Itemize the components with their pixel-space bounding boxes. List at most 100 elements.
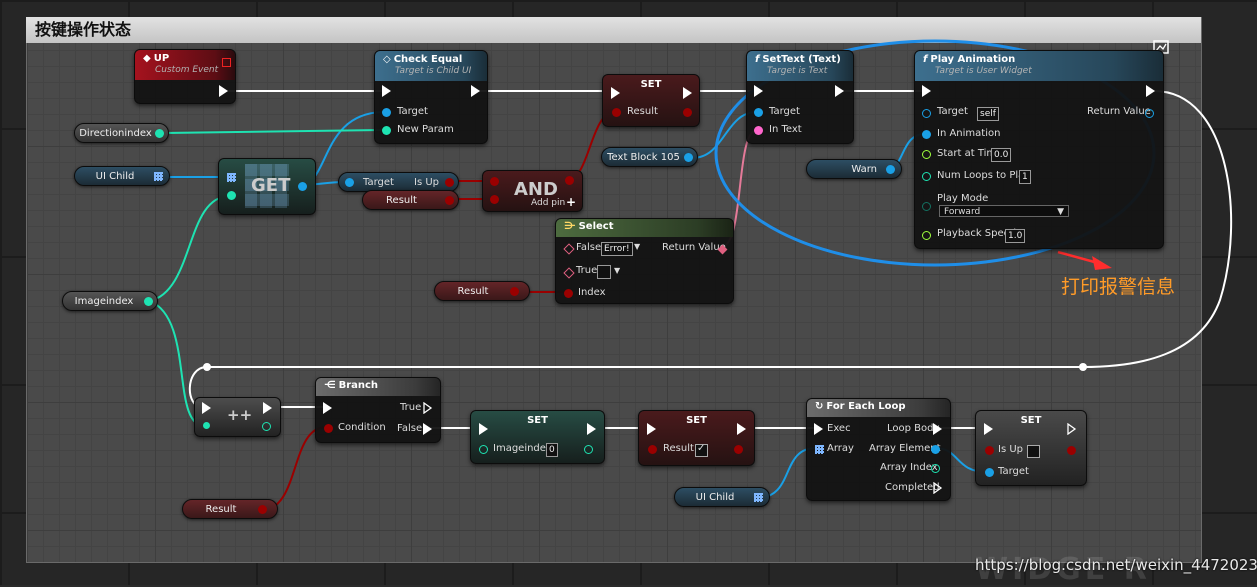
var-warn[interactable]: Warn [806, 159, 902, 179]
settext-exec-out[interactable] [835, 85, 844, 97]
var-result-1[interactable]: Result [362, 190, 459, 210]
textblock-out-pin[interactable] [684, 153, 693, 162]
set-isup-value-pin[interactable] [985, 446, 994, 455]
set-top-exec-in[interactable] [611, 87, 620, 99]
play-animation-node[interactable]: f Play Animation Target is User Widget Ta… [914, 50, 1164, 249]
play-mode-dropdown[interactable]: Forward ▼ [939, 205, 1069, 217]
foreach-exec-in[interactable] [814, 423, 823, 435]
branch-condition-pin[interactable] [324, 424, 333, 433]
set-img-out-pin[interactable] [584, 445, 593, 454]
set-img-value-pin[interactable] [479, 445, 488, 454]
settext-target-pin[interactable] [754, 108, 763, 117]
check-equal-node[interactable]: ◇ Check Equal Target is Child UI Target N… [374, 50, 488, 144]
set-img-exec-out[interactable] [587, 423, 596, 435]
var-target-isup-getter[interactable]: Target Is Up [338, 172, 459, 192]
select-false-field[interactable]: Error! [601, 242, 633, 256]
settext-node[interactable]: f SetText (Text) Target is Text Target In… [746, 50, 854, 144]
increment-node[interactable]: ++ [194, 397, 281, 437]
result-select-out-pin[interactable] [510, 287, 519, 296]
array-grid-icon[interactable] [754, 493, 763, 502]
increment-exec-out[interactable] [263, 402, 272, 414]
foreach-loopbody-pin[interactable] [933, 423, 942, 435]
for-each-loop-node[interactable]: ↻ For Each Loop Exec Array Loop Body Arra… [806, 398, 951, 501]
directionindex-out-pin[interactable] [155, 129, 164, 138]
isup-getter-target-pin[interactable] [345, 178, 354, 187]
plus-icon[interactable]: + [566, 195, 576, 209]
increment-in-pin[interactable] [203, 422, 210, 429]
play-speed-pin[interactable] [922, 231, 931, 240]
set-top-result-out-pin[interactable] [683, 108, 692, 117]
and-out-pin[interactable] [565, 176, 574, 185]
branch-true-pin[interactable] [423, 402, 433, 414]
var-imageindex[interactable]: Imageindex [62, 291, 158, 311]
foreach-completed-pin[interactable] [933, 482, 943, 494]
play-exec-in[interactable] [922, 85, 931, 97]
get-array-in-pin[interactable] [227, 173, 236, 182]
up-custom-event-node[interactable]: ◆ UP Custom Event [134, 49, 236, 104]
get-array-node[interactable]: GET [218, 158, 316, 215]
settext-intext-pin[interactable] [754, 126, 763, 135]
set-res-out-pin[interactable] [734, 445, 743, 454]
play-target-self-field[interactable]: self [977, 107, 999, 121]
foreach-index-pin[interactable] [931, 464, 940, 473]
set-img-exec-in[interactable] [479, 423, 488, 435]
set-top-result-pin[interactable] [612, 108, 621, 117]
var-directionindex[interactable]: Directionindex [74, 123, 169, 143]
play-starttime-pin[interactable] [922, 150, 931, 159]
set-res-checkbox[interactable]: ✓ [695, 443, 708, 457]
select-true-pin[interactable] [563, 267, 575, 279]
play-numloops-field[interactable]: 1 [1019, 170, 1031, 184]
select-false-dropdown-icon[interactable]: ▼ [634, 242, 640, 251]
and-in-b-pin[interactable] [490, 195, 499, 204]
set-res-exec-in[interactable] [647, 423, 656, 435]
set-imageindex-node[interactable]: SET Imageindex 0 [470, 410, 605, 464]
isup-getter-out-pin[interactable] [445, 178, 454, 187]
delegate-pin-icon[interactable] [222, 58, 231, 67]
set-result-top-node[interactable]: SET Result [602, 74, 700, 127]
set-isup-exec-out[interactable] [1067, 423, 1077, 435]
set-isup-target-pin[interactable] [985, 468, 994, 477]
set-res-exec-out[interactable] [737, 423, 746, 435]
var-result-branch[interactable]: Result [182, 499, 278, 519]
set-isup-exec-in[interactable] [984, 423, 993, 435]
play-inanimation-pin[interactable] [922, 130, 931, 139]
result-branch-out-pin[interactable] [258, 505, 267, 514]
warn-out-pin[interactable] [886, 165, 895, 174]
set-isup-out-pin[interactable] [1067, 446, 1076, 455]
var-text-block-105[interactable]: Text Block 105 [601, 147, 698, 167]
and-add-pin-button[interactable]: Add pin [531, 198, 565, 208]
foreach-array-pin[interactable] [815, 445, 824, 454]
and-node[interactable]: AND Add pin + [482, 170, 583, 212]
imageindex-out-pin[interactable] [144, 297, 153, 306]
branch-false-pin[interactable] [423, 423, 432, 435]
select-index-pin[interactable] [564, 289, 573, 298]
branch-exec-in[interactable] [323, 402, 332, 414]
play-numloops-pin[interactable] [922, 172, 931, 181]
play-playmode-pin[interactable] [922, 202, 931, 211]
foreach-element-pin[interactable] [931, 445, 940, 454]
select-false-pin[interactable] [563, 243, 575, 255]
increment-exec-in[interactable] [202, 402, 211, 414]
settext-exec-in[interactable] [754, 85, 763, 97]
up-exec-out-pin[interactable] [219, 85, 228, 97]
check-equal-target-pin[interactable] [382, 108, 391, 117]
branch-node[interactable]: ⋲ Branch Condition True False [315, 377, 441, 443]
set-img-value-field[interactable]: 0 [546, 443, 558, 457]
array-grid-icon[interactable] [154, 172, 163, 181]
select-true-field[interactable] [597, 265, 611, 279]
check-equal-exec-out[interactable] [471, 85, 480, 97]
set-isup-node[interactable]: SET Is Up Target [975, 410, 1087, 486]
set-res-value-pin[interactable] [648, 445, 657, 454]
increment-out-pin[interactable] [262, 422, 271, 431]
play-starttime-field[interactable]: 0.0 [991, 148, 1012, 162]
play-exec-out[interactable] [1146, 85, 1155, 97]
get-out-pin[interactable] [298, 182, 307, 191]
play-target-pin[interactable] [922, 109, 931, 118]
set-isup-checkbox[interactable] [1027, 445, 1040, 458]
var-result-select[interactable]: Result [434, 281, 530, 301]
result-1-out-pin[interactable] [445, 196, 454, 205]
check-equal-newparam-pin[interactable] [382, 126, 391, 135]
select-node[interactable]: ⋺ Select False Error! ▼ True ▼ Index Retu… [555, 218, 734, 304]
and-in-a-pin[interactable] [490, 177, 499, 186]
set-result-node[interactable]: SET Result ✓ [638, 410, 755, 466]
